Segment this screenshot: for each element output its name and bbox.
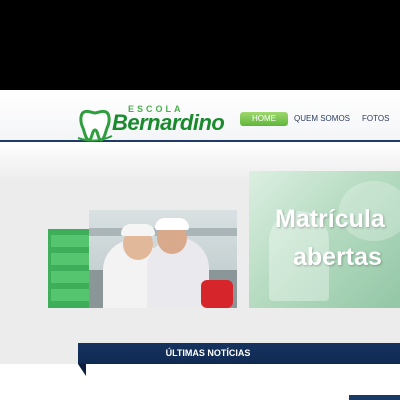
enrollment-banner[interactable]: Matrícula abertas — [249, 171, 400, 308]
content-bottom-area — [0, 364, 400, 400]
photo-cap-left — [121, 224, 155, 236]
nav-item-home[interactable]: HOME — [240, 112, 288, 126]
lab-photo[interactable] — [89, 210, 237, 308]
tooth-logo-icon — [77, 109, 113, 142]
banner-headline-line2: abertas — [293, 243, 382, 271]
thumbnail-text-block — [51, 253, 89, 265]
logo-name-text: Bernardino — [112, 110, 225, 135]
photo-cap-right — [155, 218, 189, 230]
site-logo[interactable]: ESCOLA Bernardino — [76, 104, 238, 144]
photo-red-object — [201, 280, 233, 308]
thumbnail-text-block — [51, 235, 89, 247]
bottom-bar-sliver — [349, 395, 400, 400]
nav-item-quem-somos[interactable]: QUEM SOMOS — [294, 112, 350, 126]
promo-thumbnail[interactable] — [48, 229, 92, 308]
banner-headline-line1: Matrícula — [275, 205, 385, 233]
thumbnail-text-block — [51, 271, 89, 283]
nav-item-fotos[interactable]: FOTOS — [362, 112, 389, 126]
news-header-flap — [78, 364, 86, 376]
top-black-area — [0, 0, 400, 90]
news-section-title: ÚLTIMAS NOTÍCIAS — [165, 348, 251, 358]
thumbnail-text-block — [51, 289, 89, 301]
